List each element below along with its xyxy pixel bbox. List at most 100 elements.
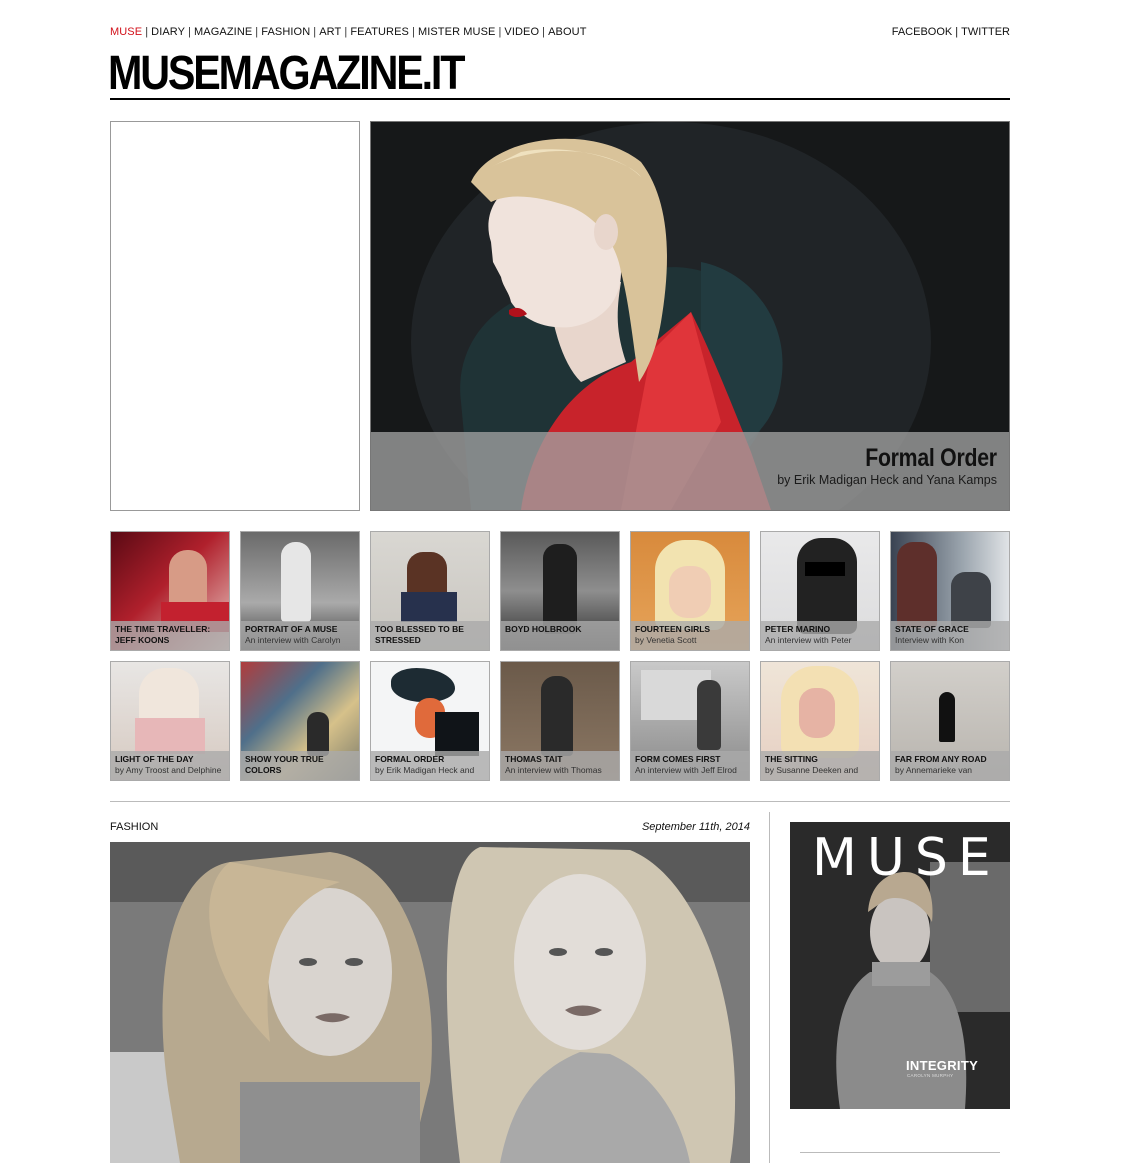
column-divider [769,812,770,1163]
section-divider [110,801,1010,802]
article-thumb[interactable]: FORM COMES FIRST An interview with Jeff E… [630,661,750,781]
ad-placeholder-box [110,121,360,511]
social-separator: | [955,26,959,38]
magazine-cover[interactable]: MUSE INTEGRITY CAROLYN MURPHY [790,822,1010,1109]
hero-feature[interactable]: Formal Order by Erik Madigan Heck and Ya… [370,121,1010,511]
article-thumb[interactable]: PETER MARINO An interview with Peter [760,531,880,651]
thumb-subtitle: by Venetia Scott [635,635,697,645]
thumb-title: THE SITTING [765,754,818,764]
thumb-title: FAR FROM ANY ROAD [895,754,987,764]
post-date: September 11th, 2014 [641,821,750,833]
nav-item-magazine[interactable]: MAGAZINE [194,26,252,38]
thumb-figure [401,592,457,622]
thumb-caption: BOYD HOLBROOK [501,621,619,650]
nav-item-video[interactable]: VIDEO [504,26,539,38]
thumb-title: FORMAL ORDER [375,754,445,764]
thumb-figure [435,712,479,756]
article-thumb[interactable]: BOYD HOLBROOK [500,531,620,651]
thumb-caption: PETER MARINO An interview with Peter [761,621,879,650]
post-category[interactable]: FASHION [110,821,158,833]
sidebar-rule [800,1152,1000,1153]
twitter-link[interactable]: TWITTER [961,26,1010,38]
social-links: FACEBOOK | TWITTER [892,26,1010,38]
post-photo-art [110,842,750,1163]
cover-title: MUSE [812,828,1001,888]
thumb-subtitle: by Erik Madigan Heck and [375,765,475,775]
thumb-figure [697,680,721,750]
thumb-caption: THOMAS TAIT An interview with Thomas [501,751,619,780]
thumb-title: PORTRAIT OF A MUSE [245,624,338,634]
nav-separator: | [411,26,415,38]
nav-item-muse[interactable]: MUSE [110,26,142,38]
nav-item-diary[interactable]: DIARY [151,26,185,38]
thumb-title: BOYD HOLBROOK [505,624,582,634]
thumb-figure [307,712,329,756]
nav-separator: | [542,26,546,38]
hero-caption: Formal Order by Erik Madigan Heck and Ya… [371,432,1009,510]
thumb-caption: THE SITTING by Susanne Deeken and [761,751,879,780]
thumb-title: THOMAS TAIT [505,754,563,764]
thumb-figure [391,668,455,702]
thumb-title: STATE OF GRACE [895,624,969,634]
thumb-subtitle: by Annemarieke van [895,765,973,775]
hero-title[interactable]: Formal Order [865,444,997,473]
thumb-subtitle: An interview with Carolyn [245,635,341,645]
article-thumb[interactable]: STATE OF GRACE Interview with Kon [890,531,1010,651]
nav-separator: | [255,26,259,38]
thumb-figure [669,566,711,618]
thumb-figure [541,676,573,756]
nav-separator: | [344,26,348,38]
nav-item-about[interactable]: ABOUT [548,26,586,38]
hero-subtitle: by Erik Madigan Heck and Yana Kamps [777,473,997,487]
thumb-caption: LIGHT OF THE DAY by Amy Troost and Delphi… [111,751,229,780]
nav-item-features[interactable]: FEATURES [350,26,409,38]
thumb-caption: FORMAL ORDER by Erik Madigan Heck and [371,751,489,780]
thumb-subtitle: by Amy Troost and Delphine [115,765,222,775]
cover-subline: CAROLYN MURPHY [907,1073,954,1078]
thumb-caption: FOURTEEN GIRLS by Venetia Scott [631,621,749,650]
thumb-figure [135,718,205,754]
thumb-subtitle: by Susanne Deeken and [765,765,859,775]
nav-separator: | [313,26,317,38]
nav-item-mister-muse[interactable]: MISTER MUSE [418,26,496,38]
thumb-caption: TOO BLESSED TO BE STRESSED [371,621,489,650]
thumb-title: TOO BLESSED TO BE STRESSED [375,624,464,645]
thumb-caption: FAR FROM ANY ROAD by Annemarieke van [891,751,1009,780]
facebook-link[interactable]: FACEBOOK [892,26,953,38]
thumb-caption: THE TIME TRAVELLER: JEFF KOONS [111,621,229,650]
nav-separator: | [188,26,192,38]
article-thumb[interactable]: THE SITTING by Susanne Deeken and [760,661,880,781]
thumb-title: SHOW YOUR TRUE COLORS [245,754,324,775]
article-thumb[interactable]: FOURTEEN GIRLS by Venetia Scott [630,531,750,651]
thumb-figure [951,572,991,628]
thumb-title: FORM COMES FIRST [635,754,721,764]
article-thumb[interactable]: FAR FROM ANY ROAD by Annemarieke van [890,661,1010,781]
thumb-figure [897,542,937,628]
thumb-subtitle: An interview with Jeff Elrod [635,765,737,775]
thumb-caption: STATE OF GRACE Interview with Kon [891,621,1009,650]
thumb-title: THE TIME TRAVELLER: JEFF KOONS [115,624,211,645]
article-thumb[interactable]: PORTRAIT OF A MUSE An interview with Caro… [240,531,360,651]
thumb-figure [797,538,857,634]
article-thumb[interactable]: LIGHT OF THE DAY by Amy Troost and Delphi… [110,661,230,781]
thumb-figure [939,692,955,742]
article-thumb[interactable]: THOMAS TAIT An interview with Thomas [500,661,620,781]
thumb-title: FOURTEEN GIRLS [635,624,711,634]
thumb-figure [281,542,311,622]
main-nav: MUSE | DIARY | MAGAZINE | FASHION | ART | FEATURES… [110,26,587,38]
thumb-subtitle: Interview with Kon [895,635,964,645]
post-feature-photo[interactable] [110,842,750,1163]
header-rule [110,98,1010,100]
thumb-figure [799,688,835,738]
nav-item-art[interactable]: ART [319,26,341,38]
nav-item-fashion[interactable]: FASHION [261,26,310,38]
thumb-caption: SHOW YOUR TRUE COLORS [241,751,359,780]
article-thumb[interactable]: TOO BLESSED TO BE STRESSED [370,531,490,651]
article-thumb[interactable]: THE TIME TRAVELLER: JEFF KOONS [110,531,230,651]
thumb-title: LIGHT OF THE DAY [115,754,194,764]
thumb-subtitle: An interview with Thomas [505,765,602,775]
cover-tagline: INTEGRITY [906,1058,979,1073]
site-logo[interactable]: MUSEMAGAZINE.IT [108,50,465,98]
article-thumb[interactable]: SHOW YOUR TRUE COLORS [240,661,360,781]
article-thumb[interactable]: FORMAL ORDER by Erik Madigan Heck and [370,661,490,781]
